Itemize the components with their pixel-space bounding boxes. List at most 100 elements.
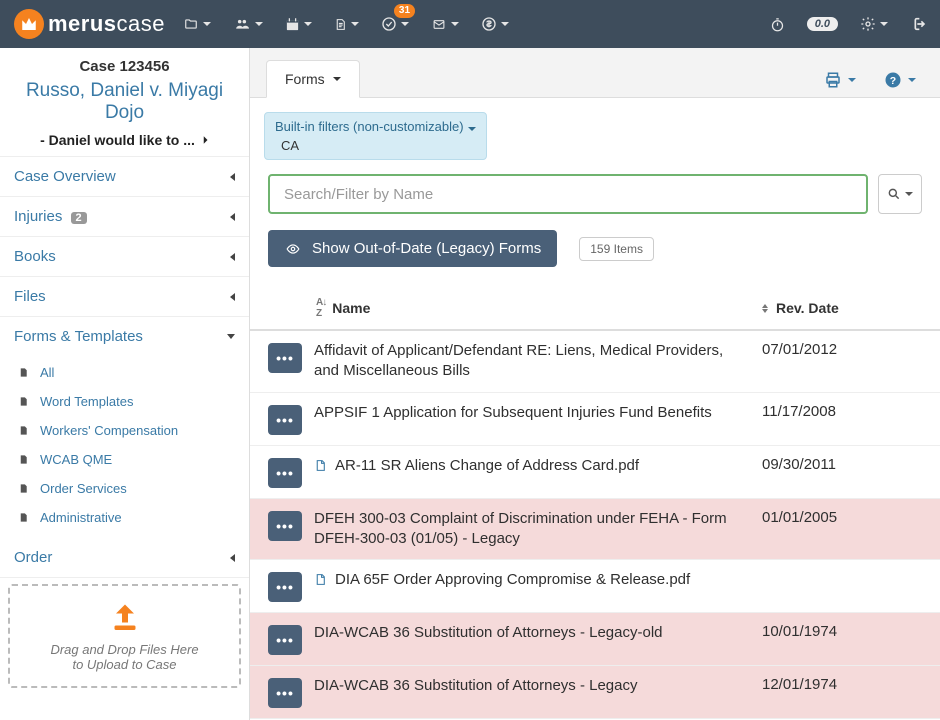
row-actions-button[interactable]: ••• — [268, 405, 302, 435]
people-icon — [233, 17, 251, 31]
svg-text:?: ? — [890, 75, 896, 87]
eye-icon — [284, 242, 302, 256]
tab-forms[interactable]: Forms — [266, 60, 360, 98]
nav-billing[interactable] — [481, 16, 509, 32]
row-actions-button[interactable]: ••• — [268, 343, 302, 373]
main-tabbar: Forms ? — [250, 48, 940, 98]
case-note-line[interactable]: - Daniel would like to ... — [10, 132, 239, 148]
dollar-circle-icon — [481, 16, 497, 32]
timer-pill[interactable]: 0.0 — [807, 17, 838, 31]
nav-people[interactable] — [233, 17, 263, 31]
nav-tasks[interactable]: 31 — [381, 16, 409, 32]
table-row[interactable]: •••DFEH 300-03 Complaint of Discriminati… — [250, 499, 940, 561]
search-options-button[interactable] — [878, 174, 922, 214]
caret-down-icon — [848, 78, 856, 82]
nav-settings[interactable] — [860, 16, 888, 32]
row-name-text: DIA-WCAB 36 Substitution of Attorneys - … — [314, 623, 663, 643]
caret-down-icon — [304, 22, 312, 26]
injuries-badge: 2 — [71, 212, 87, 224]
logo-text: meruscase — [48, 11, 165, 37]
caret-down-icon — [203, 22, 211, 26]
chevron-left-icon — [230, 554, 235, 562]
printer-icon — [824, 71, 842, 89]
row-name-cell: DIA-WCAB 36 Substitution of Attorneys - … — [302, 623, 762, 643]
sidebar-section-books[interactable]: Books — [0, 237, 249, 277]
file-icon — [18, 366, 29, 379]
chevron-left-icon — [230, 253, 235, 261]
nav-mail[interactable] — [431, 18, 459, 31]
table-row[interactable]: •••Affidavit of Applicant/Defendant RE: … — [250, 331, 940, 393]
nav-right-group: 0.0 — [770, 16, 926, 32]
row-date-cell: 10/01/1974 — [762, 623, 922, 640]
sidebar-link-admin[interactable]: Administrative — [0, 503, 249, 532]
sidebar-section-overview[interactable]: Case Overview — [0, 157, 249, 197]
chevron-left-icon — [230, 173, 235, 181]
table-row[interactable]: •••DIA 65F Order Approving Compromise & … — [250, 560, 940, 613]
gear-icon — [860, 16, 876, 32]
search-icon — [887, 187, 901, 201]
upload-dropzone[interactable]: Drag and Drop Files Here to Upload to Ca… — [8, 584, 241, 688]
caret-down-icon — [905, 192, 913, 196]
row-name-cell: DIA 65F Order Approving Compromise & Rel… — [302, 570, 762, 590]
help-menu[interactable]: ? — [876, 63, 924, 97]
sidebar-section-forms[interactable]: Forms & Templates — [0, 317, 249, 356]
notification-badge: 31 — [394, 4, 415, 18]
caret-down-icon — [255, 22, 263, 26]
row-date-cell: 01/01/2005 — [762, 509, 922, 526]
filter-chip[interactable]: Built-in filters (non-customizable) CA — [264, 112, 487, 160]
row-actions-button[interactable]: ••• — [268, 511, 302, 541]
row-actions-button[interactable]: ••• — [268, 678, 302, 708]
calendar-icon — [285, 17, 300, 32]
pdf-file-icon — [314, 458, 327, 473]
table-row[interactable]: ••• DIA-WCAB 36 Substitution of Attorneys… — [250, 613, 940, 666]
row-actions-button[interactable]: ••• — [268, 625, 302, 655]
file-icon — [18, 482, 29, 495]
nav-document[interactable] — [334, 17, 359, 32]
nav-folder[interactable] — [183, 17, 211, 31]
row-name-cell: DIA-WCAB 36 Substitution of Attorneys - … — [302, 676, 762, 696]
chevron-left-icon — [230, 213, 235, 221]
row-date-cell: 07/01/2012 — [762, 341, 922, 358]
row-actions-button[interactable]: ••• — [268, 458, 302, 488]
item-count: 159 Items — [579, 237, 654, 261]
sidebar-section-files[interactable]: Files — [0, 277, 249, 317]
col-header-name[interactable]: A↓Z Name — [316, 297, 762, 319]
dropzone-text-1: Drag and Drop Files Here — [18, 642, 231, 657]
show-legacy-button[interactable]: Show Out-of-Date (Legacy) Forms — [268, 230, 557, 267]
caret-down-icon — [351, 22, 359, 26]
print-menu[interactable] — [816, 63, 864, 97]
main-panel: Forms ? Built-in filters (non-customizab… — [250, 48, 940, 720]
filter-chip-title: Built-in filters (non-customizable) — [275, 119, 464, 134]
case-header: Case 123456 Russo, Daniel v. Miyagi Dojo… — [0, 48, 249, 157]
caret-down-icon — [501, 22, 509, 26]
mail-icon — [431, 18, 447, 31]
nav-logout[interactable] — [910, 16, 926, 32]
sidebar-section-injuries[interactable]: Injuries 2 — [0, 197, 249, 237]
sidebar-link-qme[interactable]: WCAB QME — [0, 445, 249, 474]
file-icon — [18, 453, 29, 466]
table-row[interactable]: •••AR-11 SR Aliens Change of Address Car… — [250, 446, 940, 499]
table-body: •••Affidavit of Applicant/Defendant RE: … — [250, 331, 940, 720]
table-row[interactable]: •••DIA-WCAB 36 Substitution of Attorneys… — [250, 666, 940, 719]
row-name-cell: DFEH 300-03 Complaint of Discrimination … — [302, 509, 762, 550]
caret-down-icon — [401, 22, 409, 26]
logo[interactable]: meruscase — [14, 9, 165, 39]
nav-timer[interactable] — [770, 17, 785, 32]
sidebar-link-all[interactable]: All — [0, 358, 249, 387]
nav-calendar[interactable] — [285, 17, 312, 32]
col-header-date[interactable]: Rev. Date — [762, 297, 922, 319]
sidebar-section-order[interactable]: Order — [0, 538, 249, 578]
sidebar-link-wc[interactable]: Workers' Compensation — [0, 416, 249, 445]
sidebar-link-word[interactable]: Word Templates — [0, 387, 249, 416]
chevron-left-icon — [230, 293, 235, 301]
help-icon: ? — [884, 71, 902, 89]
search-input-wrapper[interactable] — [268, 174, 868, 214]
table-row[interactable]: ••• APPSIF 1 Application for Subsequent I… — [250, 393, 940, 446]
row-name-text: APPSIF 1 Application for Subsequent Inju… — [314, 403, 712, 423]
row-actions-button[interactable]: ••• — [268, 572, 302, 602]
caret-down-icon — [880, 22, 888, 26]
sidebar-link-order-svc[interactable]: Order Services — [0, 474, 249, 503]
search-input[interactable] — [282, 185, 854, 204]
case-title[interactable]: Russo, Daniel v. Miyagi Dojo — [10, 80, 239, 124]
caret-down-icon — [468, 127, 476, 131]
